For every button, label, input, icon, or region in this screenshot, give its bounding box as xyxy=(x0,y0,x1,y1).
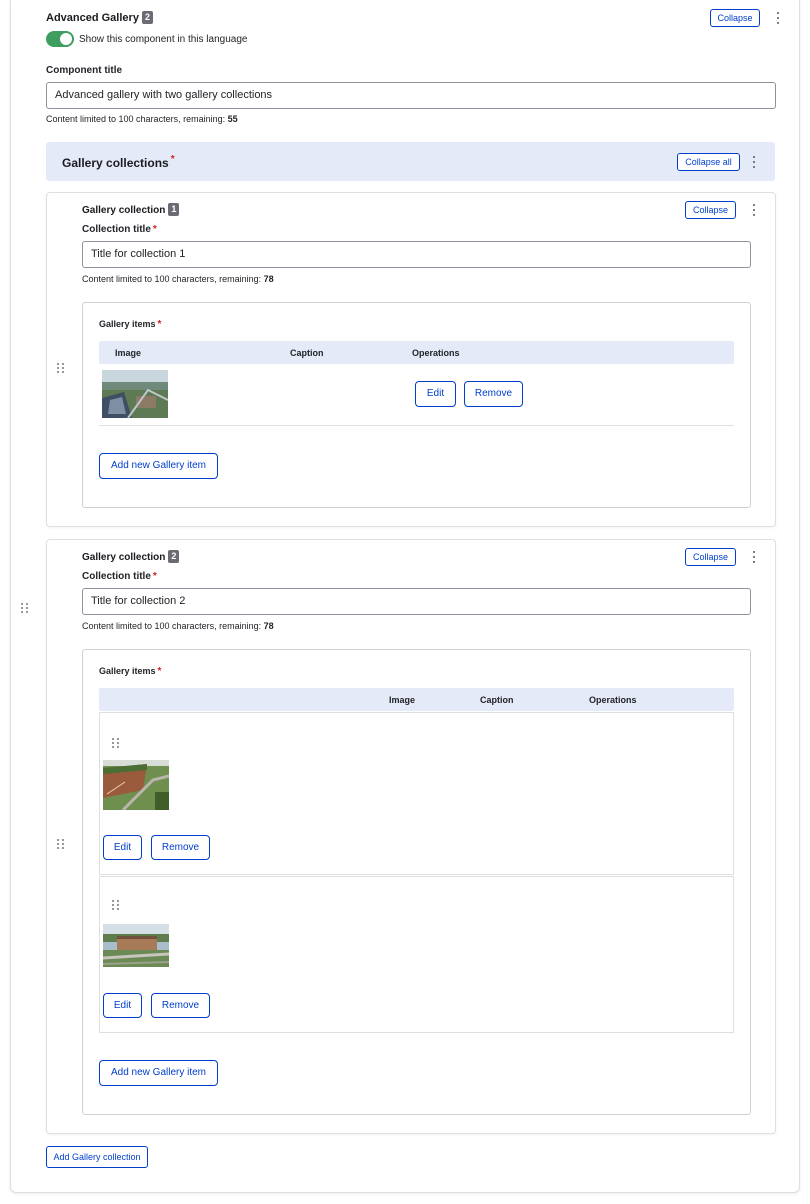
remove-button[interactable]: Remove xyxy=(464,381,523,407)
collection-2-title-input[interactable]: Title for collection 2 xyxy=(82,588,751,615)
component-badge: 2 xyxy=(141,11,153,24)
drag-handle-icon[interactable] xyxy=(112,900,120,911)
collection-1-badge: 1 xyxy=(168,203,180,216)
show-in-language-toggle[interactable] xyxy=(46,31,74,47)
gallery-thumbnail-image xyxy=(102,370,168,418)
drag-handle-icon[interactable] xyxy=(57,363,65,374)
collection-2-title: Gallery collection 2 xyxy=(82,550,180,563)
header-caption: Caption xyxy=(290,348,324,358)
collection-2-table-header: Image Caption Operations xyxy=(99,688,734,711)
component-title-label: Component title xyxy=(46,65,123,76)
collection-1-title: Gallery collection 1 xyxy=(82,203,180,216)
header-caption: Caption xyxy=(480,695,514,705)
component-kebab-icon[interactable] xyxy=(774,11,782,25)
component-title: Advanced Gallery 2 xyxy=(46,11,153,24)
toggle-knob xyxy=(60,33,72,45)
collection-2-add-item-button[interactable]: Add new Gallery item xyxy=(99,1060,218,1086)
component-title-hint: Content limited to 100 characters, remai… xyxy=(46,114,238,124)
collection-1-title-label: Collection title * xyxy=(82,224,157,235)
remove-button[interactable]: Remove xyxy=(151,993,210,1018)
collection-2-title-hint: Content limited to 100 characters, remai… xyxy=(82,621,274,631)
collection-1-table-header: Image Caption Operations xyxy=(99,341,734,364)
gallery-collections-title: Gallery collections * xyxy=(62,154,175,170)
remove-button[interactable]: Remove xyxy=(151,835,210,860)
component-title-input[interactable]: Advanced gallery with two gallery collec… xyxy=(46,82,776,109)
edit-button[interactable]: Edit xyxy=(103,993,142,1018)
collection-2-collapse-button[interactable]: Collapse xyxy=(685,548,736,566)
collapse-all-button[interactable]: Collapse all xyxy=(677,153,740,171)
advanced-gallery-component: Advanced Gallery 2 Collapse Show this com… xyxy=(10,0,800,1193)
toggle-label: Show this component in this language xyxy=(79,34,248,45)
edit-button[interactable]: Edit xyxy=(103,835,142,860)
table-row: Edit Remove xyxy=(99,712,734,875)
component-collapse-button[interactable]: Collapse xyxy=(710,9,760,27)
collection-1-gallery-items: Gallery items* Image Caption Operations xyxy=(82,302,751,508)
collection-1-collapse-button[interactable]: Collapse xyxy=(685,201,736,219)
collection-2-items-label: Gallery items * xyxy=(99,666,162,677)
collections-kebab-icon[interactable] xyxy=(750,155,758,169)
table-row: Edit Remove xyxy=(99,876,734,1033)
collection-2-title-label: Collection title * xyxy=(82,571,157,582)
collection-1-items-label: Gallery items * xyxy=(99,319,162,330)
header-operations: Operations xyxy=(412,348,460,358)
add-gallery-collection-button[interactable]: Add Gallery collection xyxy=(46,1146,148,1168)
gallery-collection-card-2: Gallery collection 2 Collapse Collection … xyxy=(46,539,776,1134)
gallery-thumbnail-image xyxy=(103,924,169,967)
collection-2-gallery-items: Gallery items* Image Caption Operations xyxy=(82,649,751,1115)
drag-handle-icon[interactable] xyxy=(21,603,29,614)
collection-1-title-hint: Content limited to 100 characters, remai… xyxy=(82,274,274,284)
collection-2-kebab-icon[interactable] xyxy=(750,550,758,564)
drag-handle-icon[interactable] xyxy=(57,839,65,850)
collection-2-badge: 2 xyxy=(168,550,180,563)
collection-1-kebab-icon[interactable] xyxy=(750,203,758,217)
table-row: Edit Remove xyxy=(99,364,734,426)
required-mark: * xyxy=(170,154,175,165)
header-image: Image xyxy=(115,348,142,358)
gallery-collections-header: Gallery collections * Collapse all xyxy=(46,142,775,181)
drag-handle-icon[interactable] xyxy=(112,738,120,749)
collection-1-title-input[interactable]: Title for collection 1 xyxy=(82,241,751,268)
gallery-thumbnail-image xyxy=(103,760,169,810)
edit-button[interactable]: Edit xyxy=(415,381,456,407)
gallery-collection-card-1: Gallery collection 1 Collapse Collection … xyxy=(46,192,776,527)
collection-1-add-item-button[interactable]: Add new Gallery item xyxy=(99,453,218,479)
header-image: Image xyxy=(389,695,416,705)
header-operations: Operations xyxy=(589,695,637,705)
